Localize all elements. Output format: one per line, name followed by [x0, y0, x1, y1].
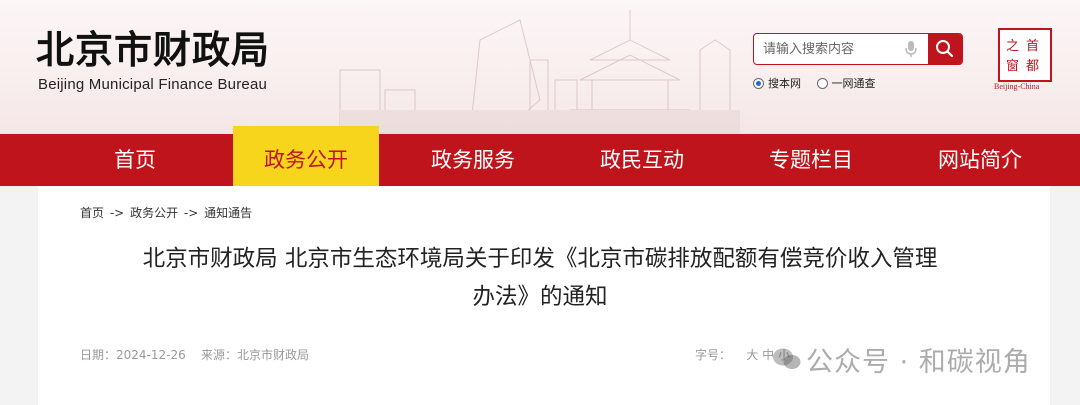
svg-text:窗: 窗: [1006, 58, 1019, 74]
capital-window-seal[interactable]: 首 都 之 窗: [998, 28, 1052, 82]
date-label: 日期：: [80, 348, 117, 362]
site-header: 北京市财政局 Beijing Municipal Finance Bureau …: [0, 0, 1080, 134]
article-meta: 日期：2024-12-26 来源：北京市财政局: [80, 346, 309, 363]
main-nav: 首页 政务服务 政民互动 专题栏目 网站简介: [0, 134, 1080, 186]
microphone-icon[interactable]: [904, 40, 918, 58]
article-title-line2: 办法》的通知: [472, 284, 608, 310]
nav-item-gov-affairs[interactable]: 政务公开: [233, 134, 379, 186]
search-button[interactable]: [928, 34, 962, 64]
font-size-large[interactable]: 大: [746, 348, 758, 362]
watermark-text: 公众号 · 和碳视角: [806, 347, 1031, 378]
search-box: [753, 33, 963, 65]
wechat-icon: [773, 348, 801, 369]
site-subtitle: Beijing Municipal Finance Bureau: [38, 76, 268, 93]
article-title-line1: 北京市财政局 北京市生态环境局关于印发《北京市碳排放配额有偿竞价收入管理: [142, 246, 938, 272]
breadcrumb-separator: ->: [183, 206, 199, 220]
skyline-illustration: [339, 10, 740, 134]
radio-label: 搜本网: [768, 77, 801, 90]
nav-item-home[interactable]: 首页: [60, 134, 210, 186]
breadcrumb-separator: ->: [109, 206, 125, 220]
radio-search-all[interactable]: 一网通查: [816, 75, 876, 91]
site-title[interactable]: 北京市财政局: [36, 28, 270, 72]
search-input[interactable]: [754, 34, 922, 64]
font-size-label: 字号：: [695, 348, 732, 362]
breadcrumb-gov-affairs[interactable]: 政务公开: [130, 206, 178, 220]
search-scope: 搜本网 一网通查: [753, 75, 888, 92]
svg-text:都: 都: [1026, 59, 1039, 74]
breadcrumb: 首页 -> 政务公开 -> 通知通告: [80, 204, 254, 221]
seal-logo-icon: 首 都 之 窗: [1006, 39, 1039, 74]
nav-item-services[interactable]: 政务服务: [398, 134, 548, 186]
radio-indicator: [816, 77, 828, 89]
seal-caption: Beijing-China: [994, 82, 1040, 91]
radio-search-site[interactable]: 搜本网: [753, 75, 801, 91]
svg-text:首: 首: [1026, 39, 1039, 54]
svg-text:之: 之: [1006, 39, 1019, 54]
nav-item-about[interactable]: 网站简介: [905, 134, 1055, 186]
radio-label: 一网通查: [831, 77, 876, 90]
search-icon: [936, 40, 954, 58]
article-title: 北京市财政局 北京市生态环境局关于印发《北京市碳排放配额有偿竞价收入管理 办法》…: [60, 240, 1020, 316]
nav-item-interaction[interactable]: 政民互动: [567, 134, 717, 186]
article-date: 2024-12-26: [116, 348, 186, 362]
breadcrumb-notices[interactable]: 通知通告: [204, 206, 252, 220]
breadcrumb-home[interactable]: 首页: [80, 206, 104, 220]
article-source: 北京市财政局: [237, 348, 310, 362]
nav-item-topics[interactable]: 专题栏目: [736, 134, 886, 186]
source-label: 来源：: [201, 348, 238, 362]
radio-selected-indicator: [753, 77, 764, 89]
